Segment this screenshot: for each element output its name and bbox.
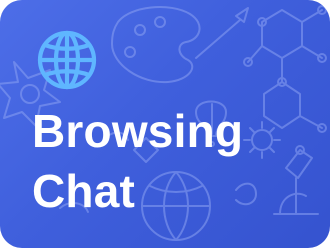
tile-title-line-2: Chat — [32, 165, 136, 217]
tile-title-line-1: Browsing — [32, 105, 244, 157]
browsing-chat-tile[interactable]: Browsing Chat — [0, 0, 330, 248]
globe-icon — [37, 30, 97, 90]
